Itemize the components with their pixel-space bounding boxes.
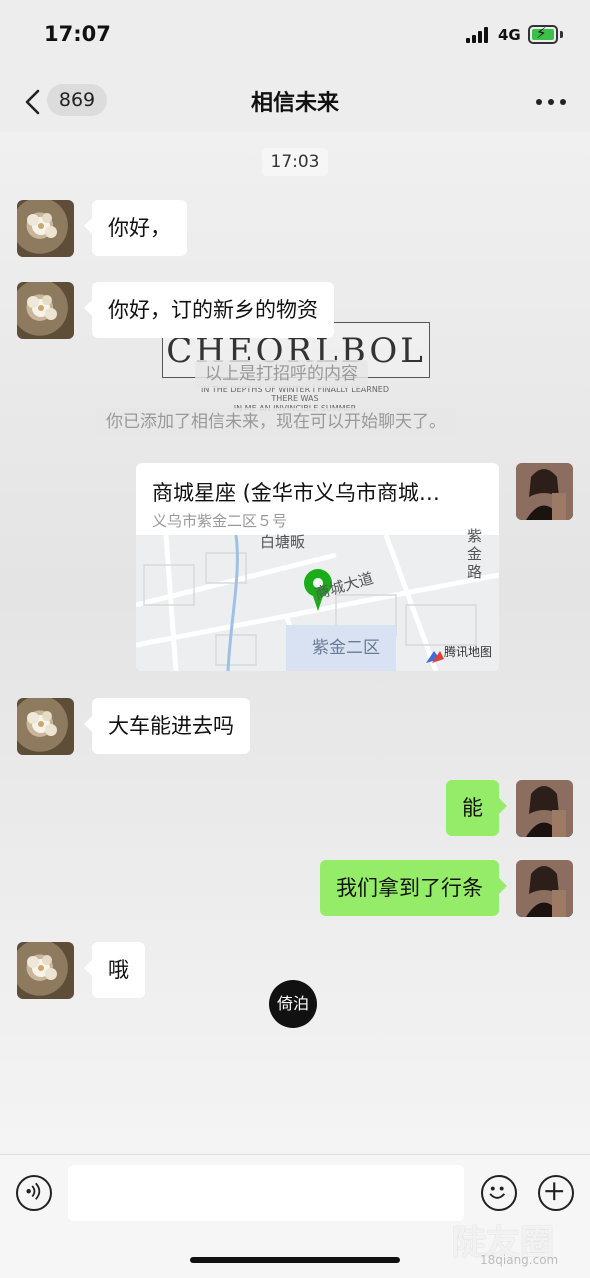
chat-area[interactable]: 17:03 你好， CHEORLBOL IN THE DEPTHS OF WIN… <box>0 132 590 1154</box>
battery-icon: ⚡ <box>528 24 558 44</box>
message-bubble-incoming[interactable]: 你好， <box>84 200 187 256</box>
message-bubble-incoming[interactable]: 大车能进去吗 <box>84 698 250 754</box>
my-avatar[interactable] <box>516 860 573 917</box>
message-bubble-outgoing[interactable]: 我们拿到了行条 <box>320 860 507 916</box>
contact-avatar[interactable] <box>17 200 74 257</box>
location-map[interactable]: 白塘畈 紫金路 商城大道 紫金二区 腾讯地图 <box>136 527 499 671</box>
system-note-greeting: 以上是打招呼的内容 <box>195 360 368 388</box>
message-bubble-incoming[interactable]: 哦 <box>84 942 145 998</box>
emoji-button[interactable] <box>481 1175 517 1211</box>
location-card[interactable]: 商城星座 (金华市义乌市商城… 义乌市紫金二区５号 白塘畈 紫金路 商城大道 紫… <box>136 463 499 671</box>
more-options-icon[interactable] <box>536 99 566 105</box>
my-avatar[interactable] <box>516 463 573 520</box>
signal-icon <box>466 27 492 43</box>
location-title: 商城星座 (金华市义乌市商城… <box>152 481 440 505</box>
battery-tip <box>560 31 563 38</box>
contact-avatar[interactable] <box>17 698 74 755</box>
system-note-added: 你已添加了相信未来，现在可以开始聊天了。 <box>96 408 456 436</box>
status-time: 17:07 <box>44 22 111 46</box>
contact-avatar[interactable] <box>17 282 74 339</box>
voice-input-button[interactable] <box>16 1175 52 1211</box>
message-bubble-outgoing[interactable]: 能 <box>446 780 507 836</box>
my-avatar[interactable] <box>516 780 573 837</box>
home-indicator[interactable] <box>190 1257 400 1263</box>
map-label-road-east: 紫金路 <box>467 527 483 581</box>
watermark-stamp: 倚泊 <box>269 980 317 1028</box>
location-address: 义乌市紫金二区５号 <box>152 512 288 530</box>
contact-avatar[interactable] <box>17 942 74 999</box>
chat-header: 869 相信未来 <box>0 70 590 132</box>
map-label-district: 紫金二区 <box>312 638 380 658</box>
chat-title: 相信未来 <box>250 91 339 116</box>
chat-timestamp: 17:03 <box>262 148 328 176</box>
status-bar: 17:07 4G ⚡ <box>0 0 590 70</box>
more-functions-button[interactable] <box>538 1175 574 1211</box>
map-provider-label: 腾讯地图 <box>444 645 493 659</box>
map-label-baitang: 白塘畈 <box>260 533 306 551</box>
input-bar: 陡友圈 18qiang.com <box>0 1154 590 1278</box>
site-watermark-url: 18qiang.com <box>480 1253 559 1267</box>
network-type: 4G <box>498 26 521 44</box>
message-input[interactable] <box>68 1165 464 1221</box>
message-bubble-incoming[interactable]: 你好，订的新乡的物资 <box>84 282 334 338</box>
